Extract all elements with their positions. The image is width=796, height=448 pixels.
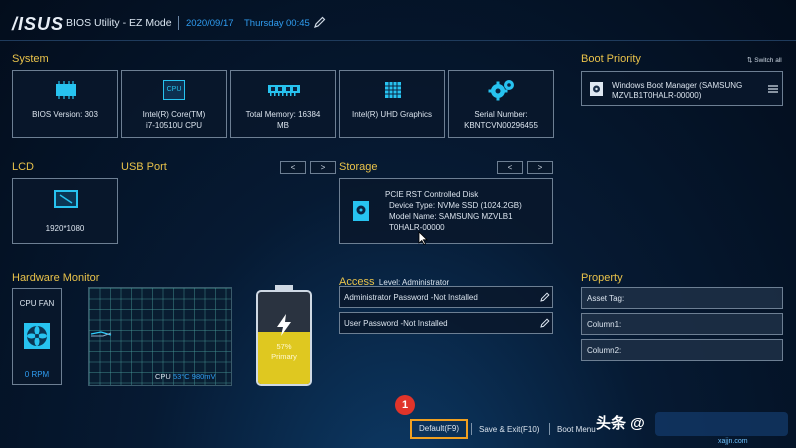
cpu-fan-label: CPU FAN: [19, 299, 55, 308]
cpu-icon: CPU: [163, 80, 185, 100]
save-exit-button[interactable]: Save & Exit(F10): [479, 425, 539, 434]
cpu-fan-card: CPU FAN 0 RPM: [12, 288, 62, 385]
system-title: System: [12, 53, 49, 65]
pencil-icon[interactable]: [540, 318, 550, 328]
storage-card: PCIE RST Controlled Disk Device Type: NV…: [339, 178, 553, 244]
storage-line3: Model Name: SAMSUNG MZVLB1: [389, 212, 513, 221]
storage-next-button[interactable]: >: [527, 161, 553, 174]
switch-all-label: Switch all: [754, 57, 782, 64]
asus-logo: /ISUS: [12, 14, 65, 34]
asset-tag-field[interactable]: Asset Tag:: [581, 287, 783, 309]
user-password-row[interactable]: User Password -Not Installed: [339, 312, 553, 334]
fan-icon: [24, 323, 50, 349]
graphics-name: Intel(R) UHD Graphics: [351, 110, 432, 119]
column1-field[interactable]: Column1:: [581, 313, 783, 335]
system-card-graphics: Intel(R) UHD Graphics: [339, 70, 445, 138]
memory-line1: Total Memory: 16384: [245, 110, 321, 119]
cpu-fan-rpm: 0 RPM: [24, 370, 50, 379]
mouse-cursor-icon: [418, 231, 428, 245]
admin-password-label: Administrator Password -Not Installed: [344, 293, 478, 302]
pencil-icon[interactable]: [540, 292, 550, 302]
monitor-icon: [54, 190, 78, 208]
cpu-voltage: 980mV: [191, 372, 216, 381]
system-card-memory: Total Memory: 16384 MB: [230, 70, 336, 138]
memory-line2: MB: [277, 121, 289, 130]
boot-item-line2: MZVLB1T0HALR-00000): [612, 91, 702, 100]
admin-password-row[interactable]: Administrator Password -Not Installed: [339, 286, 553, 308]
header-divider: [178, 16, 179, 30]
storage-line1: PCIE RST Controlled Disk: [385, 190, 479, 199]
storage-title: Storage: [339, 161, 378, 173]
watermark-domain: xajjn.com: [718, 438, 748, 445]
boot-priority-title: Boot Priority: [581, 53, 641, 65]
asset-tag-label: Asset Tag:: [587, 294, 625, 303]
lcd-title: LCD: [12, 161, 35, 173]
serial-value: KBNTCVN00296455: [464, 121, 538, 130]
storage-line4: T0HALR-00000: [389, 223, 445, 232]
usb-prev-button[interactable]: <: [280, 161, 306, 174]
gears-icon: [488, 80, 514, 101]
lcd-card: 1920*1080: [12, 178, 118, 244]
graph-line: [91, 331, 112, 337]
battery-body: 57% Primary: [256, 290, 312, 386]
column2-field[interactable]: Column2:: [581, 339, 783, 361]
header-bar: /ISUS BIOS Utility - EZ Mode 2020/09/17 …: [0, 0, 796, 44]
cpu-temperature: 53°C: [172, 372, 190, 381]
usb-title: USB Port: [121, 161, 167, 173]
battery-percent: 57%: [276, 342, 292, 351]
day-display: Thursday: [244, 18, 284, 29]
header-underline: [0, 40, 796, 41]
battery-indicator: 57% Primary: [256, 285, 312, 386]
cpu-readout: CPU 53°C 980mV: [155, 372, 216, 381]
graphics-icon: [385, 82, 401, 98]
pencil-icon[interactable]: [313, 15, 327, 29]
system-card-cpu: CPU Intel(R) Core(TM) i7-10510U CPU: [121, 70, 227, 138]
time-display: 00:45: [286, 18, 310, 29]
footer-divider: [471, 423, 472, 435]
lightning-icon: [277, 314, 291, 336]
bios-version: BIOS Version: 303: [32, 110, 98, 119]
hard-disk-icon: [353, 201, 369, 221]
hardware-monitor-title: Hardware Monitor: [12, 272, 100, 284]
switch-all-button[interactable]: ⇅ Switch all: [747, 56, 782, 64]
cpu-name-line2: i7-10510U CPU: [145, 121, 203, 130]
cpu-name-line1: Intel(R) Core(TM): [142, 110, 206, 119]
user-password-label: User Password -Not Installed: [344, 319, 448, 328]
system-card-serial: Serial Number: KBNTCVN00296455: [448, 70, 554, 138]
chip-icon: [56, 81, 76, 99]
storage-line2: Device Type: NVMe SSD (1024.2GB): [389, 201, 522, 210]
date-display: 2020/09/17: [186, 18, 234, 29]
cpu-monitor-graph: CPU 53°C 980mV: [88, 287, 232, 386]
cpu-readout-label: CPU: [155, 372, 171, 381]
usb-next-button[interactable]: >: [310, 161, 336, 174]
step-badge: 1: [395, 395, 415, 415]
drag-handle-icon[interactable]: [768, 85, 778, 93]
battery-label: Primary: [271, 352, 297, 361]
footer-divider: [549, 423, 550, 435]
default-f9-button[interactable]: Default(F9): [410, 419, 468, 439]
storage-prev-button[interactable]: <: [497, 161, 523, 174]
switch-icon: ⇅: [747, 57, 753, 64]
boot-menu-button[interactable]: Boot Menu: [557, 425, 596, 434]
lcd-resolution: 1920*1080: [45, 224, 85, 233]
disk-icon: [590, 82, 603, 96]
app-title: BIOS Utility - EZ Mode: [66, 17, 172, 29]
watermark-text: 头条 @: [596, 415, 645, 432]
memory-icon: [268, 85, 300, 96]
boot-item-windows[interactable]: Windows Boot Manager (SAMSUNG MZVLB1T0HA…: [581, 71, 783, 106]
column2-label: Column2:: [587, 346, 622, 355]
column1-label: Column1:: [587, 320, 622, 329]
property-title: Property: [581, 272, 623, 284]
footer-bar: 1 Default(F9) Save & Exit(F10) Boot Menu…: [0, 395, 796, 448]
system-card-bios: BIOS Version: 303: [12, 70, 118, 138]
serial-label: Serial Number:: [474, 110, 528, 119]
watermark-logo: [655, 412, 788, 436]
